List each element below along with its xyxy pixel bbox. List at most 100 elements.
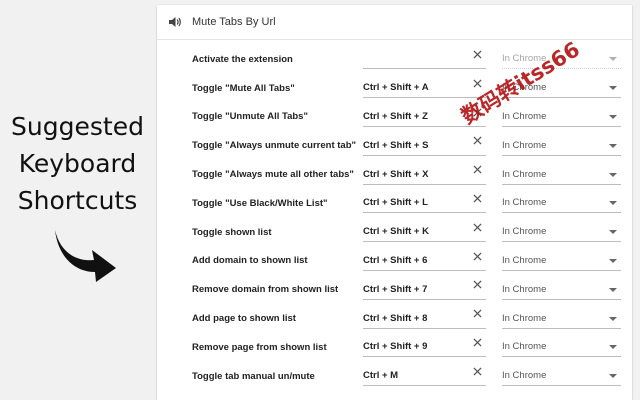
scope-value: In Chrome xyxy=(502,197,547,209)
shortcut-row: Remove page from shown list Ctrl + Shift… xyxy=(157,333,632,362)
command-label: Toggle "Always mute all other tabs" xyxy=(192,169,354,181)
shortcut-row: Toggle "Always unmute current tab" Ctrl … xyxy=(157,131,632,160)
shortcut-value: Ctrl + Shift + 8 xyxy=(363,312,428,324)
scope-value: In Chrome xyxy=(502,370,547,382)
scope-select[interactable]: In Chrome xyxy=(502,107,621,127)
shortcut-value: Ctrl + Shift + Z xyxy=(363,110,428,122)
scope-value: In Chrome xyxy=(502,283,547,295)
command-label: Toggle "Unmute All Tabs" xyxy=(192,111,308,123)
chevron-down-icon xyxy=(609,143,617,148)
clear-shortcut-icon[interactable] xyxy=(473,367,482,376)
command-label: Add page to shown list xyxy=(192,313,296,325)
shortcut-row: Add page to shown list Ctrl + Shift + 8 … xyxy=(157,304,632,333)
command-label: Activate the extension xyxy=(192,53,293,65)
shortcut-row: Toggle tab manual un/mute Ctrl + M In Ch… xyxy=(157,362,632,391)
panel-header: Mute Tabs By Url xyxy=(157,5,632,40)
extension-title: Mute Tabs By Url xyxy=(192,16,276,28)
chevron-down-icon xyxy=(609,374,617,379)
shortcut-value: Ctrl + Shift + A xyxy=(363,82,429,94)
chevron-down-icon xyxy=(609,287,617,292)
scope-value: In Chrome xyxy=(502,139,547,151)
shortcut-input[interactable] xyxy=(363,49,486,70)
scope-value: In Chrome xyxy=(502,254,547,266)
shortcut-row: Toggle shown list Ctrl + Shift + K In Ch… xyxy=(157,218,632,247)
shortcut-input[interactable]: Ctrl + Shift + L xyxy=(363,193,486,214)
clear-shortcut-icon[interactable] xyxy=(473,79,482,88)
chevron-down-icon xyxy=(609,86,617,91)
shortcut-row: Remove domain from shown list Ctrl + Shi… xyxy=(157,275,632,304)
command-label: Toggle "Use Black/White List" xyxy=(192,197,328,209)
scope-value: In Chrome xyxy=(502,341,547,353)
shortcut-row: Toggle "Unmute All Tabs" Ctrl + Shift + … xyxy=(157,103,632,132)
scope-value: In Chrome xyxy=(502,110,547,122)
scope-select[interactable]: In Chrome xyxy=(502,78,621,99)
shortcut-input[interactable]: Ctrl + Shift + S xyxy=(363,136,486,156)
clear-shortcut-icon[interactable] xyxy=(473,165,482,174)
clear-shortcut-icon[interactable] xyxy=(473,108,482,117)
scope-select[interactable]: In Chrome xyxy=(502,251,621,271)
chevron-down-icon xyxy=(609,57,617,62)
shortcut-row: Add domain to shown list Ctrl + Shift + … xyxy=(157,247,632,276)
scope-select[interactable]: In Chrome xyxy=(502,193,621,214)
command-label: Add domain to shown list xyxy=(192,255,308,267)
clear-shortcut-icon[interactable] xyxy=(473,309,482,318)
shortcut-value: Ctrl + M xyxy=(363,370,399,382)
shortcut-input[interactable]: Ctrl + Shift + Z xyxy=(363,107,486,127)
shortcut-input[interactable]: Ctrl + Shift + X xyxy=(363,165,486,185)
shortcut-input[interactable]: Ctrl + Shift + 8 xyxy=(363,309,486,329)
clear-shortcut-icon[interactable] xyxy=(473,136,482,145)
shortcut-input[interactable]: Ctrl + Shift + K xyxy=(363,222,486,243)
speaker-icon xyxy=(169,17,181,27)
shortcut-row: Toggle "Mute All Tabs" Ctrl + Shift + A … xyxy=(157,74,632,103)
clear-shortcut-icon[interactable] xyxy=(473,194,482,203)
command-label: Toggle shown list xyxy=(192,226,272,238)
caption-line-1: Suggested xyxy=(11,112,144,141)
clear-shortcut-icon[interactable] xyxy=(473,338,482,347)
shortcut-value: Ctrl + Shift + 7 xyxy=(363,283,428,295)
clear-shortcut-icon[interactable] xyxy=(473,252,482,261)
command-label: Toggle tab manual un/mute xyxy=(192,370,315,382)
shortcut-value: Ctrl + Shift + 9 xyxy=(363,341,428,353)
scope-select[interactable]: In Chrome xyxy=(502,165,621,185)
scope-select[interactable]: In Chrome xyxy=(502,366,621,387)
shortcut-input[interactable]: Ctrl + Shift + 9 xyxy=(363,337,486,358)
scope-select[interactable]: In Chrome xyxy=(502,136,621,156)
suggested-shortcuts-caption: Suggested Keyboard Shortcuts xyxy=(0,108,155,219)
scope-value: In Chrome xyxy=(502,82,547,94)
caption-line-2: Keyboard xyxy=(18,149,137,178)
shortcut-value: Ctrl + Shift + S xyxy=(363,139,429,151)
command-label: Toggle "Mute All Tabs" xyxy=(192,82,295,94)
shortcut-row: Activate the extension In Chrome xyxy=(157,45,632,74)
scope-select[interactable]: In Chrome xyxy=(502,337,621,358)
shortcut-value: Ctrl + Shift + K xyxy=(363,226,429,238)
shortcut-input[interactable]: Ctrl + M xyxy=(363,366,486,387)
caption-line-3: Shortcuts xyxy=(17,186,138,215)
chevron-down-icon xyxy=(609,345,617,350)
clear-shortcut-icon[interactable] xyxy=(473,223,482,232)
scope-value: In Chrome xyxy=(502,168,547,180)
scope-value: In Chrome xyxy=(502,312,547,324)
shortcut-rows: Activate the extension In Chrome Toggle … xyxy=(157,45,632,391)
clear-shortcut-icon[interactable] xyxy=(473,280,482,289)
scope-select[interactable]: In Chrome xyxy=(502,309,621,329)
shortcut-row: Toggle "Always mute all other tabs" Ctrl… xyxy=(157,160,632,189)
shortcut-input[interactable]: Ctrl + Shift + 6 xyxy=(363,251,486,271)
shortcut-value: Ctrl + Shift + X xyxy=(363,168,429,180)
shortcut-value: Ctrl + Shift + 6 xyxy=(363,254,428,266)
shortcut-input[interactable]: Ctrl + Shift + A xyxy=(363,78,486,99)
curved-arrow-icon xyxy=(55,230,116,282)
command-label: Toggle "Always unmute current tab" xyxy=(192,140,357,152)
chevron-down-icon xyxy=(609,230,617,235)
chevron-down-icon xyxy=(609,114,617,119)
chevron-down-icon xyxy=(609,172,617,177)
scope-select[interactable]: In Chrome xyxy=(502,49,621,70)
shortcuts-panel: Mute Tabs By Url Activate the extension … xyxy=(157,5,632,400)
scope-select[interactable]: In Chrome xyxy=(502,280,621,300)
scope-value: In Chrome xyxy=(502,53,547,65)
shortcut-input[interactable]: Ctrl + Shift + 7 xyxy=(363,280,486,300)
chevron-down-icon xyxy=(609,316,617,321)
scope-select[interactable]: In Chrome xyxy=(502,222,621,243)
chevron-down-icon xyxy=(609,258,617,263)
clear-shortcut-icon[interactable] xyxy=(473,50,482,59)
command-label: Remove domain from shown list xyxy=(192,284,339,296)
